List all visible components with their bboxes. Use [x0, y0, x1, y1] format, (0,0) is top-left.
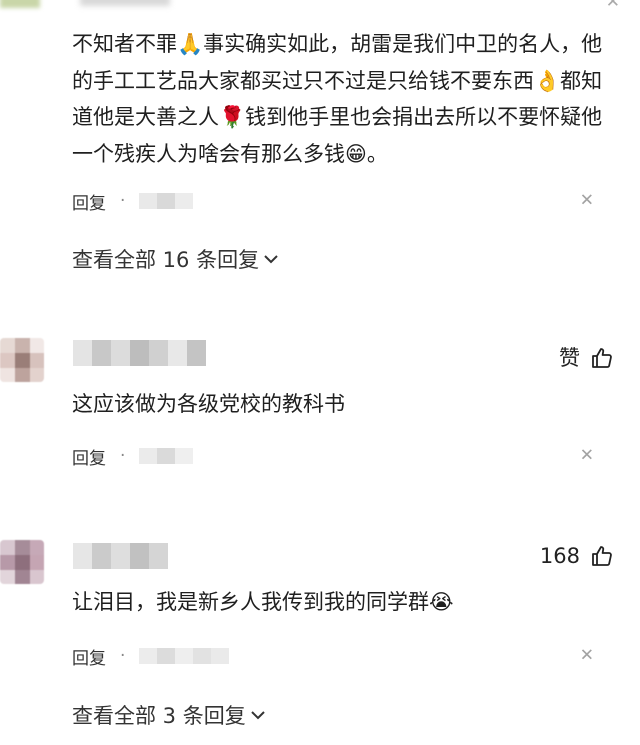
- separator-dot: ·: [120, 191, 126, 211]
- like-count: 168: [539, 544, 580, 568]
- like-label: 赞: [559, 346, 580, 370]
- comment-text: 让泪目，我是新乡人我传到我的同学群😭: [72, 584, 622, 621]
- timestamp-blurred: [139, 193, 194, 209]
- view-replies-label: 查看全部 16 条回复: [72, 248, 260, 272]
- view-all-replies-link[interactable]: 查看全部 3 条回复: [72, 700, 266, 730]
- comment-actions: 回复 · ✕: [72, 188, 622, 214]
- reply-button[interactable]: 回复: [72, 644, 106, 669]
- thumbs-up-icon: [592, 546, 612, 566]
- previous-comment-remnant: ✕: [0, 0, 640, 12]
- timestamp-blurred: [139, 648, 230, 664]
- comment-text-part: 不知者不罪: [72, 32, 177, 56]
- comment-actions: 回复 · ✕: [72, 443, 622, 469]
- avatar[interactable]: [0, 540, 44, 584]
- like-button[interactable]: 赞: [559, 345, 614, 371]
- timestamp-blurred: [139, 448, 194, 464]
- comment-text: 不知者不罪🙏事实确实如此，胡雷是我们中卫的名人，他的手工工艺品大家都买过只不过是…: [72, 26, 622, 172]
- chevron-down-icon: [251, 711, 265, 720]
- view-all-replies-link[interactable]: 查看全部 16 条回复: [72, 244, 279, 274]
- comment-text: 这应该做为各级党校的教科书: [72, 392, 345, 416]
- grinning-emoji: 😁: [345, 141, 367, 166]
- close-icon[interactable]: ✕: [580, 192, 594, 210]
- comment-actions: 回复 · ✕: [72, 643, 622, 669]
- chevron-down-icon: [264, 255, 278, 264]
- rose-emoji: 🌹: [219, 105, 246, 129]
- view-replies-label: 查看全部 3 条回复: [72, 704, 246, 728]
- reply-button[interactable]: 回复: [72, 444, 106, 469]
- username-blurred[interactable]: [73, 340, 206, 366]
- ok-hand-emoji: 👌: [534, 68, 561, 93]
- avatar[interactable]: [0, 338, 44, 382]
- username-blurred[interactable]: [73, 543, 168, 569]
- praying-hands-emoji: 🙏: [177, 32, 204, 56]
- comment-text-part: 让泪目，我是新乡人我传到我的同学群: [72, 590, 429, 614]
- comment-text-part: 。: [366, 141, 388, 166]
- separator-dot: ·: [120, 646, 126, 666]
- like-button[interactable]: 168: [540, 543, 614, 569]
- crying-emoji: 😭: [429, 590, 454, 614]
- close-icon[interactable]: ✕: [580, 647, 594, 665]
- close-icon[interactable]: ✕: [580, 447, 594, 465]
- thumbs-up-icon: [592, 348, 612, 368]
- reply-button[interactable]: 回复: [72, 189, 106, 214]
- separator-dot: ·: [120, 446, 126, 466]
